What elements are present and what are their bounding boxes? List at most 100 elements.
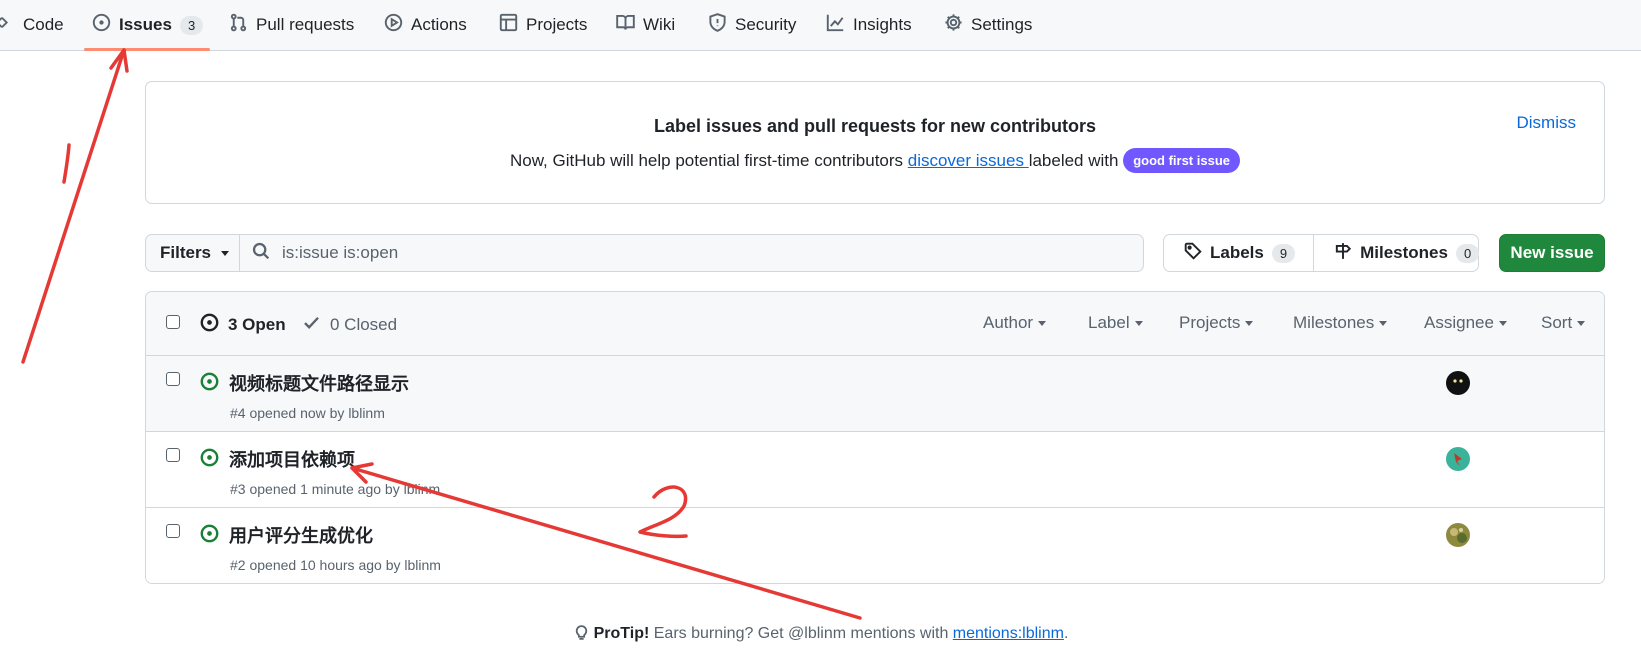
play-icon xyxy=(384,13,403,37)
label-filter[interactable]: Label xyxy=(1088,313,1143,333)
labels-milestones-group: Labels 9 Milestones 0 xyxy=(1163,234,1480,272)
tab-pull-requests[interactable]: Pull requests xyxy=(229,0,354,50)
issue-checkbox[interactable] xyxy=(166,372,180,386)
issue-list-header: 3 Open 0 Closed Author Label Projects Mi… xyxy=(146,292,1604,356)
issue-checkbox[interactable] xyxy=(166,524,180,538)
shield-icon xyxy=(708,13,727,37)
protip-end: . xyxy=(1063,625,1069,642)
issues-count-badge: 3 xyxy=(179,15,204,35)
tab-wiki-label: Wiki xyxy=(643,15,676,34)
author-filter-label: Author xyxy=(983,313,1034,332)
light-bulb-icon xyxy=(573,625,594,642)
labels-count: 9 xyxy=(1271,243,1296,263)
tag-icon xyxy=(1184,242,1202,265)
issue-row[interactable]: 用户评分生成优化 #2 opened 10 hours ago by lblin… xyxy=(146,508,1604,583)
filters-button[interactable]: Filters xyxy=(145,234,240,272)
banner-title: Label issues and pull requests for new c… xyxy=(653,116,1097,136)
tab-settings-label: Settings xyxy=(971,15,1033,34)
closed-count-label: 0 Closed xyxy=(330,315,398,334)
issue-list: 3 Open 0 Closed Author Label Projects Mi… xyxy=(145,291,1605,584)
avatar[interactable] xyxy=(1446,371,1470,395)
repo-nav: Code Issues 3 Pull requests Actions Proj… xyxy=(0,0,1641,51)
mentions-link[interactable]: mentions:lblinm xyxy=(953,625,1064,642)
protip-text: Ears burning? Get @lblinm mentions with xyxy=(649,625,953,642)
milestones-filter-label: Milestones xyxy=(1293,313,1375,332)
sort-filter-label: Sort xyxy=(1541,313,1573,332)
tab-projects-label: Projects xyxy=(526,15,588,34)
milestone-icon xyxy=(1334,242,1352,265)
issue-search xyxy=(239,234,1144,272)
tab-settings[interactable]: Settings xyxy=(944,0,1032,50)
chevron-down-icon xyxy=(1134,320,1143,326)
issue-opened-icon xyxy=(200,313,219,337)
projects-filter-label: Projects xyxy=(1179,313,1241,332)
annotation-mark-1 xyxy=(62,143,71,184)
labels-button[interactable]: Labels 9 xyxy=(1164,235,1313,271)
chevron-down-icon xyxy=(1379,320,1388,326)
select-all-checkbox[interactable] xyxy=(166,315,180,329)
avatar[interactable] xyxy=(1446,523,1470,547)
chevron-down-icon xyxy=(1577,320,1586,326)
tab-issues[interactable]: Issues 3 xyxy=(92,0,204,50)
check-icon xyxy=(302,313,321,337)
sort-filter[interactable]: Sort xyxy=(1541,313,1586,333)
filters-label: Filters xyxy=(160,243,212,262)
labels-label: Labels xyxy=(1210,243,1264,262)
chevron-down-icon xyxy=(221,250,230,256)
issue-title[interactable]: 视频标题文件路径显示 xyxy=(229,370,409,396)
avatar[interactable] xyxy=(1446,447,1470,471)
open-count-label: 3 Open xyxy=(228,315,286,334)
issue-checkbox[interactable] xyxy=(166,448,180,462)
banner-text-after: labeled with xyxy=(1028,151,1124,170)
protip-label: ProTip! xyxy=(593,625,650,642)
chevron-down-icon xyxy=(1498,320,1507,326)
milestones-button[interactable]: Milestones 0 xyxy=(1313,235,1497,271)
tab-projects[interactable]: Projects xyxy=(499,0,587,50)
dismiss-button[interactable]: Dismiss xyxy=(1517,113,1577,133)
tab-security[interactable]: Security xyxy=(708,0,796,50)
tab-actions-label: Actions xyxy=(411,15,467,34)
milestones-filter[interactable]: Milestones xyxy=(1293,313,1388,333)
issue-row[interactable]: 添加项目依赖项 #3 opened 1 minute ago by lblinm xyxy=(146,432,1604,508)
tab-code[interactable]: Code xyxy=(0,0,64,50)
protip: ProTip! Ears burning? Get @lblinm mentio… xyxy=(0,624,1641,643)
assignee-filter[interactable]: Assignee xyxy=(1424,313,1507,333)
good-first-issue-label[interactable]: good first issue xyxy=(1123,148,1240,173)
milestones-label: Milestones xyxy=(1360,243,1448,262)
gear-icon xyxy=(944,13,963,37)
issue-title[interactable]: 添加项目依赖项 xyxy=(229,446,355,472)
projects-filter[interactable]: Projects xyxy=(1179,313,1254,333)
tab-pull-requests-label: Pull requests xyxy=(256,15,355,34)
author-filter[interactable]: Author xyxy=(983,313,1047,333)
issue-row[interactable]: 视频标题文件路径显示 #4 opened now by lblinm xyxy=(146,356,1604,432)
issue-meta: #2 opened 10 hours ago by lblinm xyxy=(230,557,441,573)
closed-issues-filter[interactable]: 0 Closed xyxy=(302,313,397,337)
chevron-down-icon xyxy=(1245,320,1254,326)
book-icon xyxy=(616,13,635,37)
search-input[interactable] xyxy=(282,243,1102,263)
banner-text-before: Now, GitHub will help potential first-ti… xyxy=(509,151,908,170)
git-pull-request-icon xyxy=(229,13,248,37)
annotation-arrow-1 xyxy=(21,48,126,364)
issue-title[interactable]: 用户评分生成优化 xyxy=(229,522,373,548)
code-icon xyxy=(0,13,15,37)
label-filter-label: Label xyxy=(1088,313,1130,332)
search-icon xyxy=(252,242,270,265)
issue-opened-icon xyxy=(92,13,111,37)
issue-meta: #4 opened now by lblinm xyxy=(230,405,385,421)
table-icon xyxy=(499,13,518,37)
annotation-arrow-1-head xyxy=(109,48,129,73)
tab-wiki[interactable]: Wiki xyxy=(616,0,675,50)
open-issues-filter[interactable]: 3 Open xyxy=(200,313,286,337)
discover-issues-link[interactable]: discover issues xyxy=(908,151,1029,170)
tab-actions[interactable]: Actions xyxy=(384,0,467,50)
tab-code-label: Code xyxy=(23,15,64,34)
issue-opened-icon xyxy=(200,372,219,391)
new-issue-button[interactable]: New issue xyxy=(1499,234,1605,272)
milestones-count: 0 xyxy=(1455,243,1480,263)
tab-insights[interactable]: Insights xyxy=(826,0,912,50)
issue-opened-icon xyxy=(200,524,219,543)
assignee-filter-label: Assignee xyxy=(1424,313,1494,332)
chevron-down-icon xyxy=(1038,320,1047,326)
issue-meta: #3 opened 1 minute ago by lblinm xyxy=(230,481,441,497)
